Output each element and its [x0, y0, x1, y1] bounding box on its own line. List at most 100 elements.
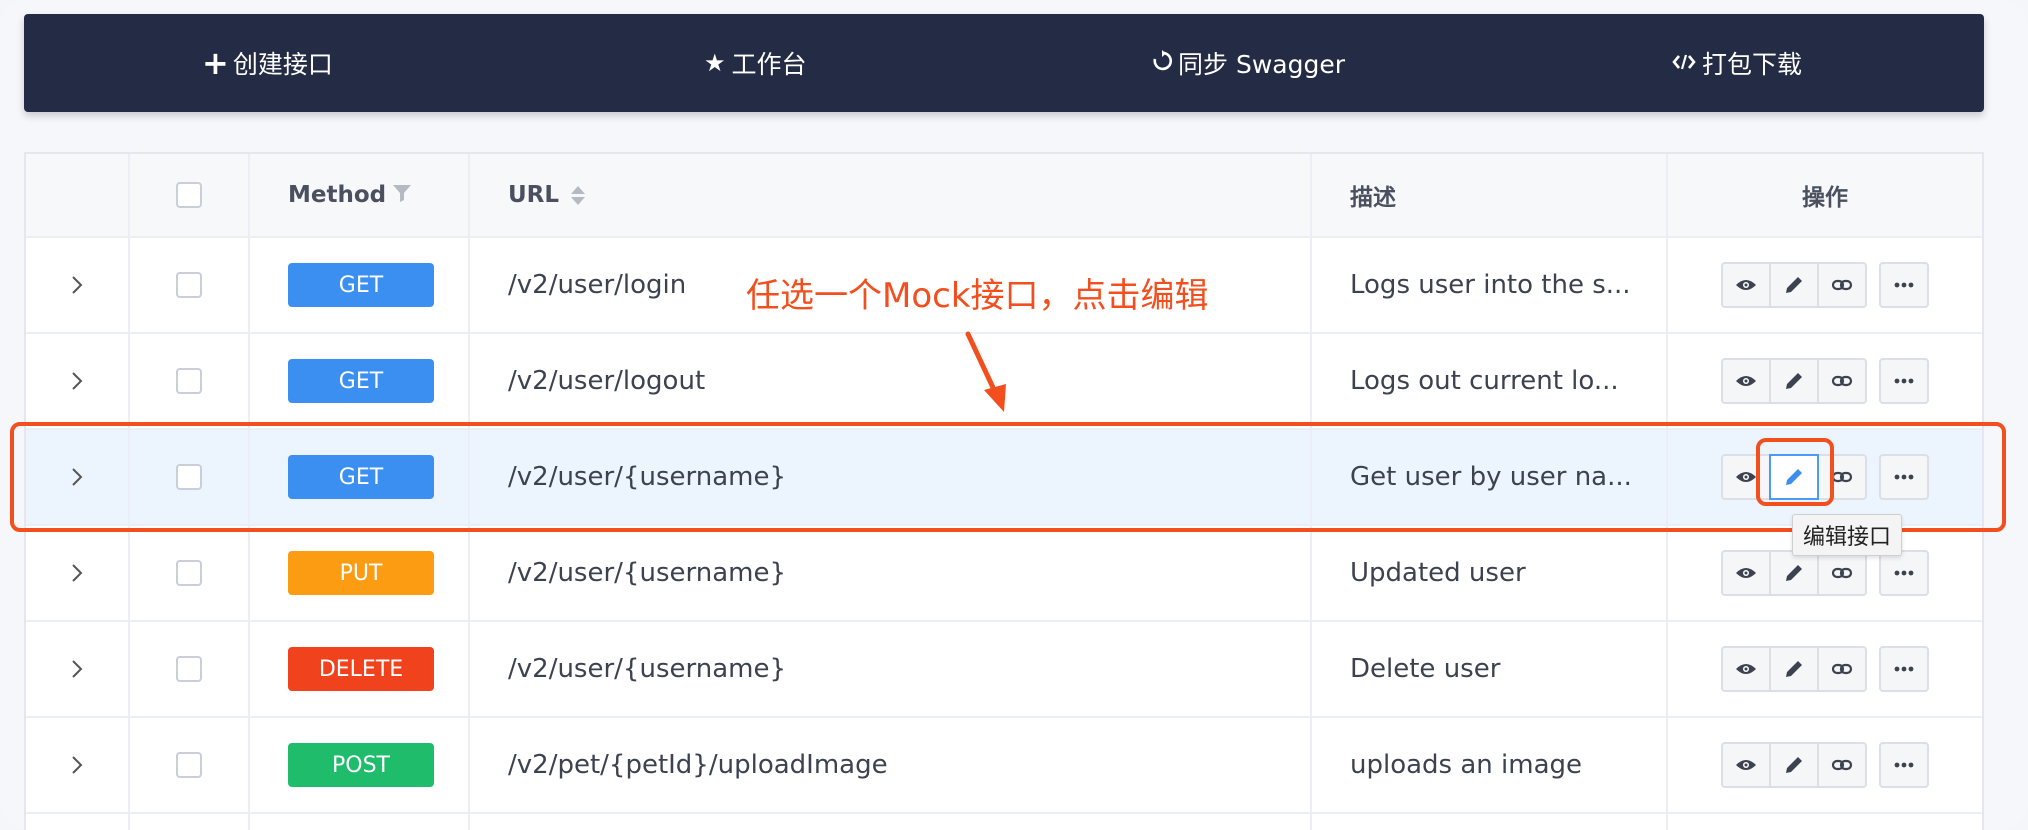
- eye-icon: [1736, 664, 1756, 674]
- edit-button[interactable]: [1769, 262, 1819, 308]
- url-text: /v2/user/logout: [508, 366, 706, 396]
- plus-icon: +: [202, 44, 229, 82]
- link-button[interactable]: [1817, 742, 1867, 788]
- method-header-label: Method: [288, 182, 387, 208]
- more-button[interactable]: [1879, 358, 1929, 404]
- sync-swagger-button[interactable]: 同步 Swagger: [1152, 14, 1345, 112]
- annotation-arrow-icon: [965, 331, 1006, 412]
- eye-icon: [1736, 760, 1756, 770]
- link-button[interactable]: [1817, 358, 1867, 404]
- action-button-group: [1721, 742, 1867, 788]
- view-button[interactable]: [1721, 262, 1771, 308]
- package-download-label: 打包下载: [1702, 50, 1803, 79]
- row-checkbox[interactable]: [176, 560, 202, 586]
- chevron-right-icon[interactable]: [66, 658, 88, 680]
- row-checkbox[interactable]: [176, 368, 202, 394]
- description-text: Logs out current lo...: [1350, 366, 1619, 396]
- table-header: Method URL 描述 操作: [26, 154, 1982, 238]
- filter-icon[interactable]: [392, 183, 412, 207]
- edit-button[interactable]: [1769, 646, 1819, 692]
- eye-icon: [1736, 472, 1756, 482]
- header-description: 描述: [1312, 154, 1668, 236]
- link-icon: [1831, 759, 1853, 771]
- eye-icon: [1736, 568, 1756, 578]
- view-button[interactable]: [1721, 550, 1771, 596]
- header-method: Method: [250, 154, 470, 236]
- row-checkbox[interactable]: [176, 752, 202, 778]
- row-checkbox[interactable]: [176, 656, 202, 682]
- sort-icon[interactable]: [571, 185, 586, 205]
- package-download-button[interactable]: 打包下载: [1672, 14, 1802, 112]
- actions-header-label: 操作: [1802, 185, 1848, 211]
- url-text: /v2/user/login: [508, 270, 687, 300]
- pencil-icon: [1786, 565, 1802, 581]
- pencil-icon: [1786, 661, 1802, 677]
- method-badge: GET: [288, 263, 434, 307]
- description-header-label: 描述: [1350, 185, 1396, 211]
- row-checkbox[interactable]: [176, 272, 202, 298]
- url-header-label: URL: [508, 182, 560, 208]
- description-text: Logs user into the s...: [1350, 270, 1631, 300]
- link-button[interactable]: [1817, 454, 1867, 500]
- table-row-partial: [26, 814, 1982, 830]
- edit-tooltip: 编辑接口: [1792, 514, 1903, 556]
- url-text: /v2/user/{username}: [508, 462, 786, 492]
- more-icon: [1894, 474, 1914, 480]
- method-badge: GET: [288, 455, 434, 499]
- more-button[interactable]: [1879, 262, 1929, 308]
- link-icon: [1831, 279, 1853, 291]
- url-text: /v2/user/{username}: [508, 654, 786, 684]
- row-checkbox[interactable]: [176, 464, 202, 490]
- eye-icon: [1736, 280, 1756, 290]
- select-all-checkbox[interactable]: [176, 182, 202, 208]
- more-button[interactable]: [1879, 454, 1929, 500]
- method-badge: DELETE: [288, 647, 434, 691]
- chevron-right-icon[interactable]: [66, 466, 88, 488]
- more-button[interactable]: [1879, 742, 1929, 788]
- view-button[interactable]: [1721, 358, 1771, 404]
- chevron-right-icon[interactable]: [66, 274, 88, 296]
- method-badge: POST: [288, 743, 434, 787]
- view-button[interactable]: [1721, 742, 1771, 788]
- method-badge: GET: [288, 359, 434, 403]
- chevron-right-icon[interactable]: [66, 754, 88, 776]
- instruction-annotation: 任选一个Mock接口，点击编辑: [746, 276, 1209, 316]
- edit-button[interactable]: [1769, 358, 1819, 404]
- action-button-group: [1721, 358, 1867, 404]
- more-icon: [1894, 282, 1914, 288]
- link-button[interactable]: [1817, 646, 1867, 692]
- view-button[interactable]: [1721, 454, 1771, 500]
- workbench-button[interactable]: ★ 工作台: [704, 14, 807, 112]
- code-icon: [1672, 51, 1696, 75]
- method-badge: PUT: [288, 551, 434, 595]
- chevron-right-icon[interactable]: [66, 562, 88, 584]
- url-text: /v2/pet/{petId}/uploadImage: [508, 750, 888, 780]
- sync-icon: [1152, 50, 1173, 76]
- create-api-button[interactable]: + 创建接口: [202, 14, 333, 112]
- chevron-right-icon[interactable]: [66, 370, 88, 392]
- action-button-group: [1721, 262, 1867, 308]
- more-button[interactable]: [1879, 646, 1929, 692]
- header-expand-cell: [26, 154, 130, 236]
- eye-icon: [1736, 376, 1756, 386]
- description-text: Get user by user na...: [1350, 462, 1632, 492]
- link-icon: [1831, 663, 1853, 675]
- pencil-icon: [1786, 757, 1802, 773]
- table-row: PUT /v2/user/{username} Updated user: [26, 526, 1982, 622]
- link-button[interactable]: [1817, 262, 1867, 308]
- link-icon: [1831, 471, 1853, 483]
- workbench-label: 工作台: [731, 50, 807, 79]
- more-button[interactable]: [1879, 550, 1929, 596]
- pencil-icon: [1786, 373, 1802, 389]
- link-button[interactable]: [1817, 550, 1867, 596]
- header-url: URL: [470, 154, 1312, 236]
- edit-button[interactable]: [1769, 454, 1819, 500]
- pencil-icon: [1786, 469, 1802, 485]
- edit-button[interactable]: [1769, 742, 1819, 788]
- more-icon: [1894, 666, 1914, 672]
- edit-button[interactable]: [1769, 550, 1819, 596]
- more-icon: [1894, 378, 1914, 384]
- view-button[interactable]: [1721, 646, 1771, 692]
- create-api-label: 创建接口: [232, 50, 333, 79]
- header-actions: 操作: [1668, 154, 1982, 236]
